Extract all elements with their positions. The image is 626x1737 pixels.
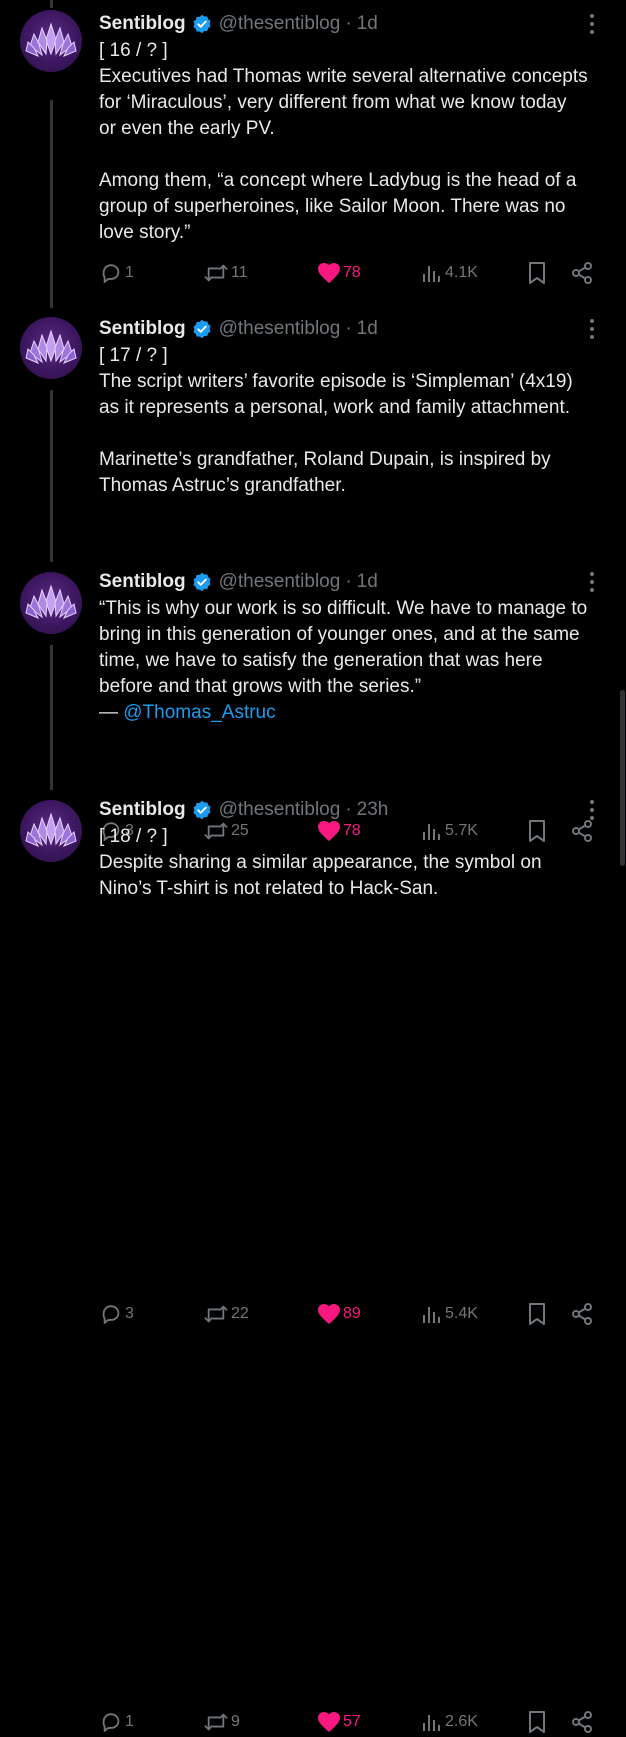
more-icon[interactable] bbox=[582, 12, 602, 36]
reply-button[interactable]: 1 bbox=[101, 1707, 134, 1737]
tweet-actions: 1 9 57 2.6K bbox=[99, 1707, 606, 1737]
tweet-header: Sentiblog @thesentiblog · 23h bbox=[99, 796, 606, 824]
views-count: 2.6K bbox=[445, 1713, 478, 1730]
views-button[interactable]: 2.6K bbox=[421, 1707, 478, 1737]
separator-dot: · bbox=[345, 571, 352, 592]
timestamp[interactable]: 1d bbox=[357, 571, 378, 593]
display-name[interactable]: Sentiblog bbox=[99, 571, 186, 593]
reply-icon bbox=[102, 264, 120, 284]
avatar[interactable] bbox=[20, 572, 82, 634]
verified-icon bbox=[193, 800, 211, 820]
repost-count: 9 bbox=[231, 1713, 240, 1730]
like-count: 89 bbox=[343, 1305, 361, 1322]
repost-count: 11 bbox=[231, 264, 248, 281]
tweet[interactable]: Sentiblog @thesentiblog · 1d [ 17 / ? ] T… bbox=[0, 305, 626, 842]
verified-icon bbox=[193, 319, 211, 339]
timestamp[interactable]: 1d bbox=[357, 13, 378, 35]
share-button[interactable] bbox=[570, 1707, 594, 1737]
tweet-header: Sentiblog @thesentiblog · 1d bbox=[99, 10, 606, 38]
views-button[interactable]: 5.4K bbox=[421, 1299, 478, 1329]
reply-count: 1 bbox=[125, 1713, 134, 1730]
user-handle[interactable]: @thesentiblog bbox=[219, 799, 341, 821]
more-icon[interactable] bbox=[582, 317, 602, 341]
mention-link[interactable]: @Thomas_Astruc bbox=[123, 702, 275, 723]
views-count: 5.4K bbox=[445, 1305, 478, 1322]
like-icon bbox=[318, 1304, 340, 1324]
repost-count: 22 bbox=[231, 1305, 249, 1322]
tweet-actions: 3 22 89 5.4K bbox=[99, 1299, 606, 1329]
repost-icon bbox=[204, 1713, 228, 1731]
avatar[interactable] bbox=[20, 317, 82, 379]
user-handle[interactable]: @thesentiblog bbox=[219, 13, 341, 35]
reply-button[interactable]: 1 bbox=[101, 258, 134, 288]
views-count: 4.1K bbox=[445, 264, 478, 281]
display-name[interactable]: Sentiblog bbox=[99, 13, 186, 35]
bookmark-button[interactable] bbox=[527, 1299, 547, 1329]
tweet-actions: 1 11 78 4.1K bbox=[99, 258, 606, 288]
like-icon bbox=[318, 1712, 340, 1732]
tweet-text: [ 18 / ? ] Despite sharing a similar appe… bbox=[99, 826, 542, 899]
bookmark-button[interactable] bbox=[527, 1707, 547, 1737]
views-icon bbox=[423, 1715, 440, 1731]
views-icon bbox=[423, 266, 440, 282]
crystal-logo-icon bbox=[25, 584, 77, 619]
share-icon bbox=[572, 1711, 592, 1733]
reply-icon bbox=[102, 1713, 120, 1733]
verified-icon bbox=[193, 572, 211, 592]
display-name[interactable]: Sentiblog bbox=[99, 799, 186, 821]
share-button[interactable] bbox=[570, 258, 594, 288]
reply-button[interactable]: 3 bbox=[101, 1299, 134, 1329]
scrollbar[interactable] bbox=[620, 690, 625, 866]
tweet-text: [ 16 / ? ] Executives had Thomas write se… bbox=[99, 40, 588, 243]
repost-icon bbox=[204, 1305, 228, 1323]
tweet-text: “This is why our work is so difficult. W… bbox=[99, 596, 606, 726]
repost-button[interactable]: 11 bbox=[203, 258, 248, 288]
bookmark-icon bbox=[529, 262, 545, 284]
crystal-logo-icon bbox=[25, 812, 77, 847]
avatar[interactable] bbox=[20, 800, 82, 862]
share-icon bbox=[572, 262, 592, 284]
more-icon[interactable] bbox=[582, 798, 602, 822]
like-button[interactable]: 89 bbox=[317, 1299, 361, 1329]
like-button[interactable]: 57 bbox=[317, 1707, 361, 1737]
tweet[interactable]: Sentiblog @thesentiblog · 1d [ 16 / ? ] E… bbox=[0, 0, 626, 300]
repost-button[interactable]: 9 bbox=[203, 1707, 240, 1737]
crystal-logo-icon bbox=[25, 22, 77, 57]
separator-dot: · bbox=[345, 318, 352, 339]
tweet-header: Sentiblog @thesentiblog · 1d bbox=[99, 315, 606, 343]
share-icon bbox=[572, 1303, 592, 1325]
tweet-header: Sentiblog @thesentiblog · 1d bbox=[99, 568, 606, 596]
display-name[interactable]: Sentiblog bbox=[99, 318, 186, 340]
like-count: 78 bbox=[343, 264, 361, 281]
more-icon[interactable] bbox=[582, 570, 602, 594]
separator-dot: · bbox=[345, 13, 352, 34]
reply-icon bbox=[102, 1305, 120, 1325]
tweet-text: [ 17 / ? ] The script writers’ favorite e… bbox=[99, 345, 573, 496]
timestamp[interactable]: 23h bbox=[357, 799, 389, 821]
bookmark-icon bbox=[529, 1711, 545, 1733]
views-button[interactable]: 4.1K bbox=[421, 258, 478, 288]
avatar[interactable] bbox=[20, 10, 82, 72]
timestamp[interactable]: 1d bbox=[357, 318, 378, 340]
like-icon bbox=[318, 263, 340, 283]
bookmark-button[interactable] bbox=[527, 258, 547, 288]
views-icon bbox=[423, 1307, 440, 1323]
attribution: — @Thomas_Astruc bbox=[99, 702, 276, 723]
tweet[interactable]: Sentiblog @thesentiblog · 1d “This is wh… bbox=[0, 560, 626, 1325]
user-handle[interactable]: @thesentiblog bbox=[219, 571, 341, 593]
reply-count: 3 bbox=[125, 1305, 134, 1322]
crystal-logo-icon bbox=[25, 329, 77, 364]
like-button[interactable]: 78 bbox=[317, 258, 361, 288]
like-count: 57 bbox=[343, 1713, 361, 1730]
verified-icon bbox=[193, 14, 211, 34]
repost-button[interactable]: 22 bbox=[203, 1299, 249, 1329]
reply-count: 1 bbox=[125, 264, 134, 281]
bookmark-icon bbox=[529, 1303, 545, 1325]
repost-icon bbox=[204, 264, 228, 282]
user-handle[interactable]: @thesentiblog bbox=[219, 318, 341, 340]
separator-dot: · bbox=[345, 799, 352, 820]
share-button[interactable] bbox=[570, 1299, 594, 1329]
tweet[interactable]: Sentiblog @thesentiblog · 23h [ 18 / ? ]… bbox=[0, 790, 626, 1733]
